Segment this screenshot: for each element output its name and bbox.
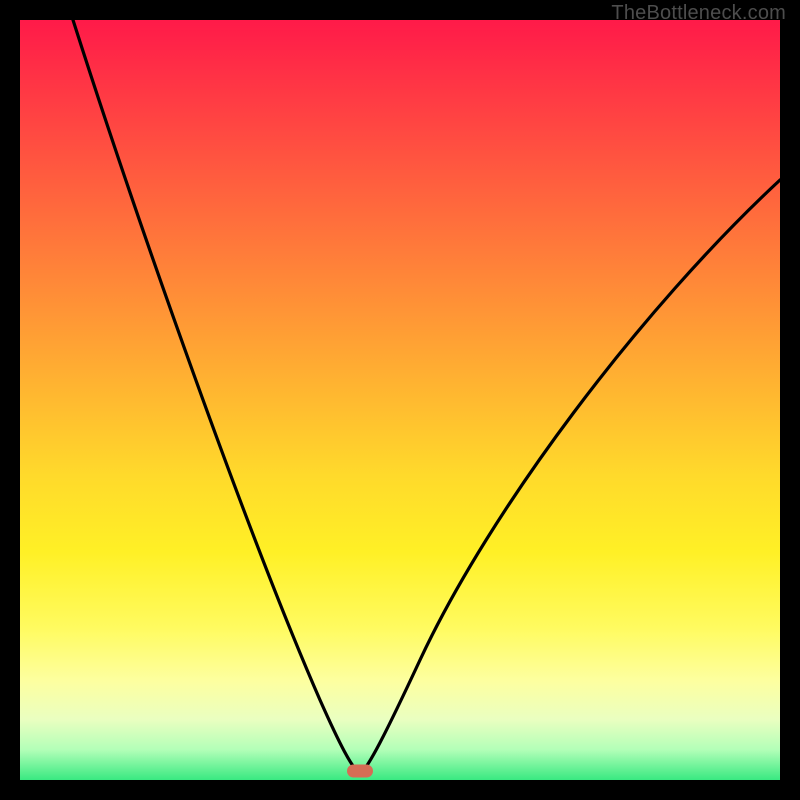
chart-container: TheBottleneck.com — [0, 0, 800, 800]
curve-path — [73, 20, 780, 774]
bottleneck-curve — [20, 20, 780, 780]
optimum-marker — [347, 764, 373, 777]
plot-area — [20, 20, 780, 780]
